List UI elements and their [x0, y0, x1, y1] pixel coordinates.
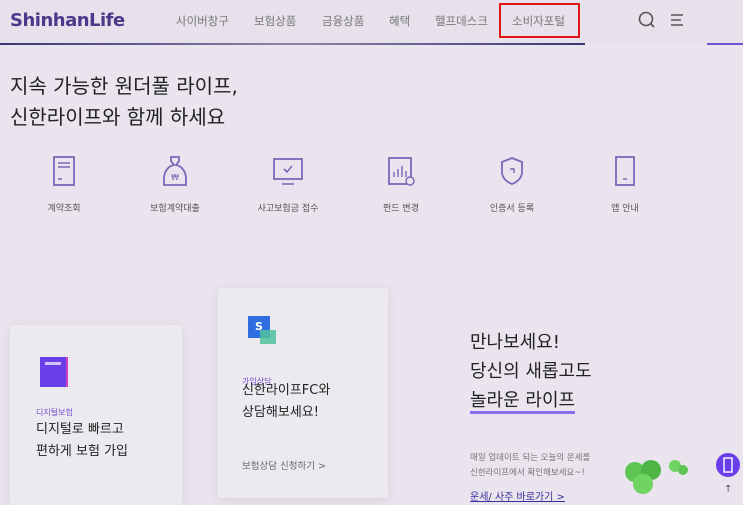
- chat-bubble-icon: [260, 330, 276, 344]
- quick-label: 인증서 등록: [489, 204, 535, 214]
- phone-icon: [723, 457, 733, 473]
- logo[interactable]: ShinhanLife: [10, 10, 125, 31]
- nav-indicator: [707, 43, 743, 45]
- quick-loan[interactable]: ₩ 보험계약대출: [130, 155, 220, 214]
- card-tag: 디지털보험: [36, 408, 73, 417]
- phone-icon: [615, 156, 635, 186]
- quick-label: 사고보험금 접수: [257, 204, 319, 214]
- nav-finance[interactable]: 금융상품: [322, 13, 364, 29]
- card-title: 디지털로 빠르고편하게 보험 가입: [36, 419, 128, 463]
- quick-fund[interactable]: 펀드 변경: [356, 155, 446, 214]
- promo-line: 당신의 새롭고도: [470, 361, 592, 382]
- fund-chart-icon: [388, 157, 415, 186]
- nav-helpdesk[interactable]: 헬프데스크: [435, 13, 488, 29]
- app-floating-button[interactable]: [716, 453, 740, 477]
- promo-line-underlined: 놀라운 라이프: [470, 390, 576, 414]
- quick-label: 앱 안내: [611, 204, 639, 214]
- card-consultation[interactable]: S 가입상담 신한라이프FC와 상담해보세요! 보험상담 신청하기 >: [218, 288, 388, 498]
- highlight-box: [499, 3, 580, 38]
- quick-contract[interactable]: 계약조회: [19, 155, 109, 214]
- document-icon: [53, 156, 75, 186]
- promo-line: 만나보세요!: [470, 332, 561, 353]
- svg-text:₩: ₩: [171, 173, 179, 182]
- card-title-line: 상담해보세요!: [242, 405, 319, 420]
- nav-insurance[interactable]: 보험상품: [254, 13, 296, 29]
- menu-icon[interactable]: [667, 10, 687, 30]
- quick-cert[interactable]: 인증서 등록: [467, 155, 557, 214]
- quick-app[interactable]: 앱 안내: [580, 155, 670, 214]
- consult-apply-link[interactable]: 보험상담 신청하기 >: [242, 458, 326, 472]
- card-title: 신한라이프FC와상담해보세요!: [242, 380, 330, 424]
- promo-desc: 매일 업데이트 되는 오늘의 운세를: [470, 453, 591, 463]
- header: ShinhanLife 사이버창구 보험상품 금융상품 혜택 헬프데스크 소비자…: [0, 0, 743, 45]
- scroll-top-arrow-icon[interactable]: ↑: [724, 484, 732, 495]
- nav-cyber[interactable]: 사이버창구: [176, 13, 229, 29]
- card-title-line: 편하게 보험 가입: [36, 444, 128, 459]
- card-digital-insurance[interactable]: 디지털보험 디지털로 빠르고편하게 보험 가입: [10, 325, 182, 505]
- card-title-line: 신한라이프FC와: [242, 383, 331, 398]
- money-bag-icon: ₩: [163, 156, 187, 186]
- search-icon[interactable]: [637, 10, 657, 30]
- promo-desc: 신한라이프에서 확인해보세요~!: [470, 468, 585, 478]
- fortune-link[interactable]: 운세/ 사주 바로가기 >: [470, 488, 565, 503]
- quick-label: 계약조회: [47, 204, 81, 214]
- nav-benefits[interactable]: 혜택: [389, 13, 410, 29]
- promo-title: 만나보세요! 당신의 새롭고도 놀라운 라이프: [470, 328, 592, 415]
- monitor-check-icon: [273, 158, 303, 185]
- quick-label: 펀드 변경: [383, 204, 419, 214]
- nav-underline: [0, 43, 585, 45]
- book-icon: [40, 357, 66, 387]
- shield-icon: [501, 157, 523, 185]
- card-title-line: 디지털로 빠르고: [36, 422, 124, 437]
- hero-title-1: 지속 가능한 원더풀 라이프,: [10, 74, 238, 98]
- quick-label: 보험계약대출: [150, 204, 200, 214]
- clover-image: [625, 460, 688, 494]
- quick-claim[interactable]: 사고보험금 접수: [243, 155, 333, 214]
- hero-title-2: 신한라이프와 함께 하세요: [10, 105, 226, 129]
